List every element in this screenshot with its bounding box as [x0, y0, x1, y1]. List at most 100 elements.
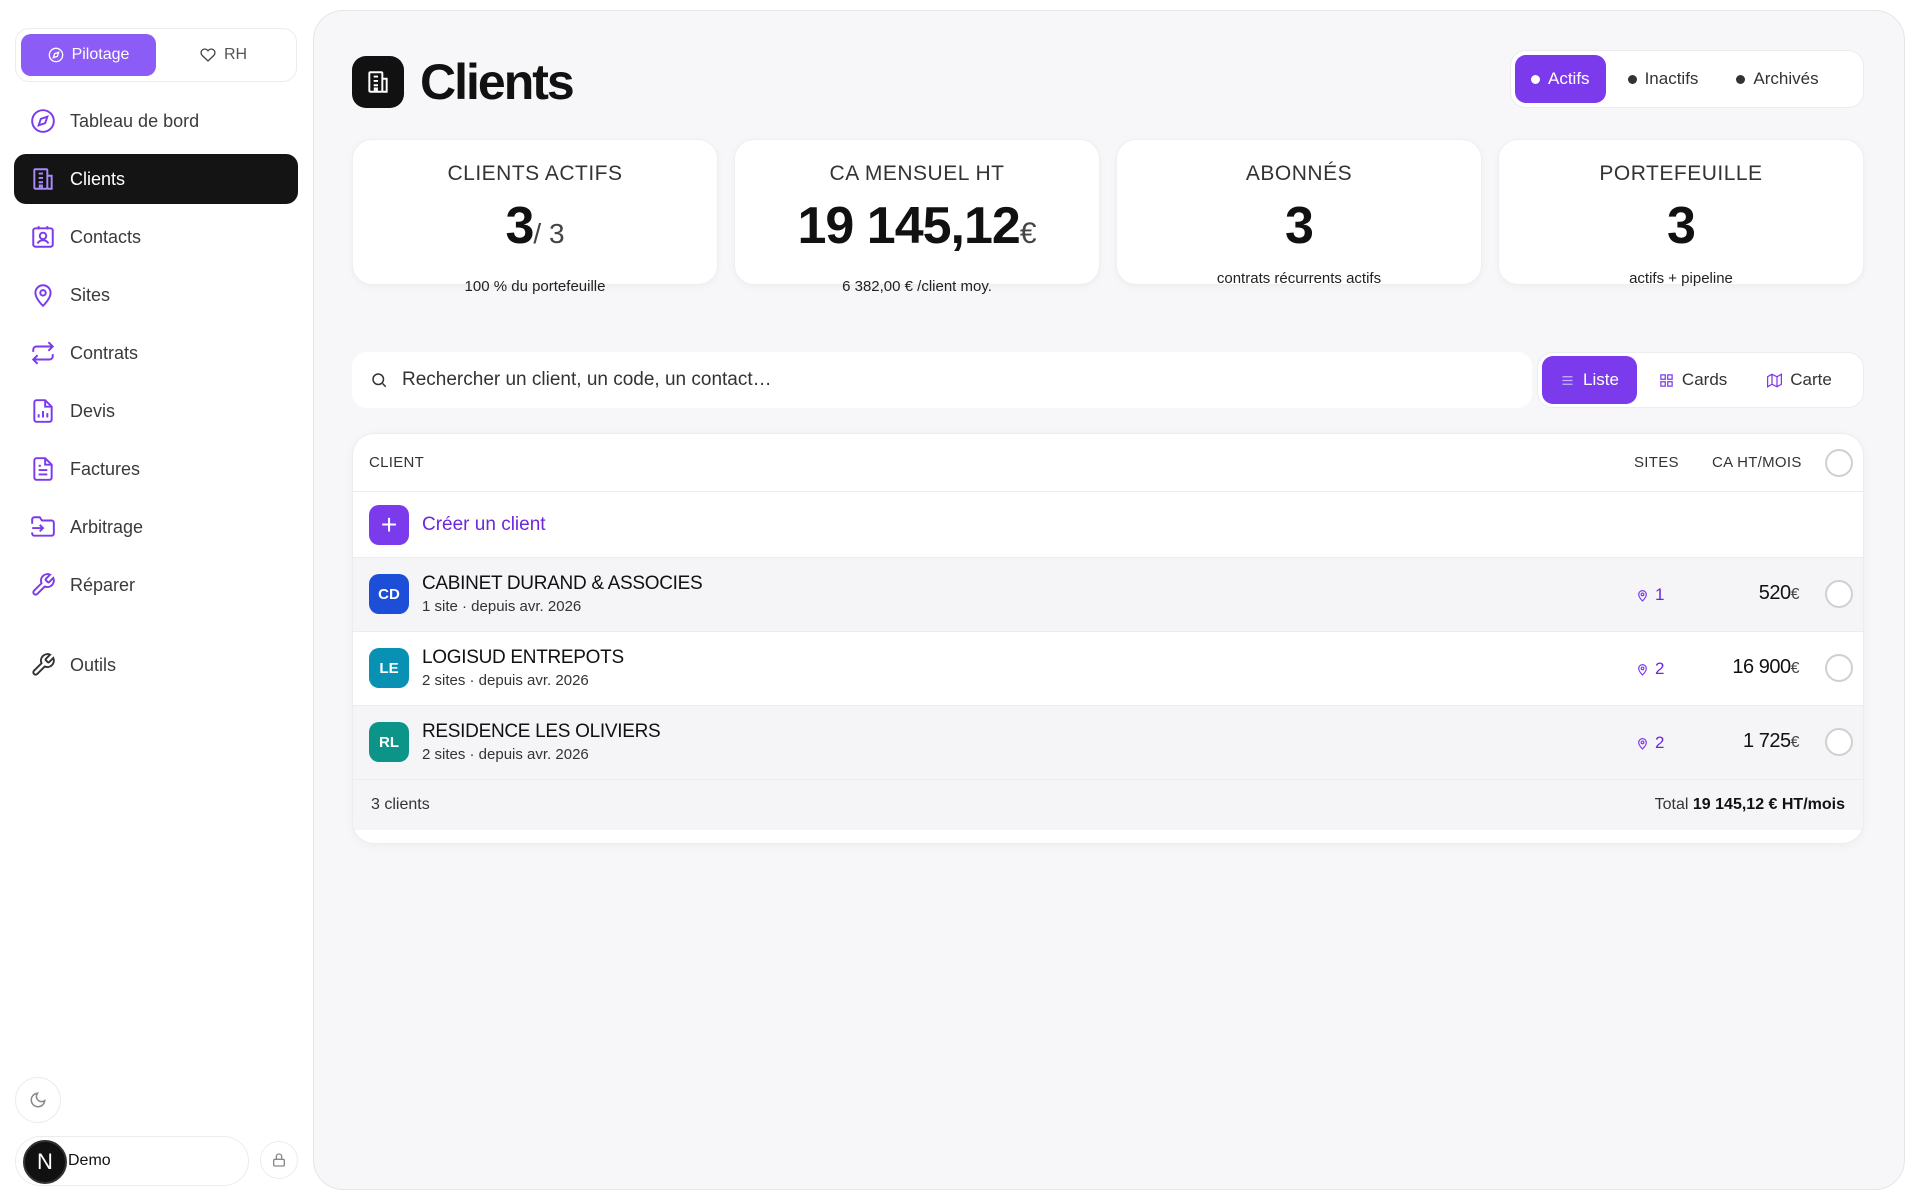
- tab-label: Cards: [1681, 370, 1728, 389]
- tab-inactifs[interactable]: Inactifs: [1612, 55, 1715, 103]
- kpi-caption: 100 % du portefeuille: [464, 278, 606, 295]
- sidebar-item-contrats[interactable]: Contrats: [14, 328, 298, 378]
- column-header-ca[interactable]: CA HT/MOIS: [1712, 454, 1802, 471]
- tab-cards[interactable]: Cards: [1641, 356, 1745, 404]
- kpi-label: CA MENSUEL HT: [829, 162, 1005, 185]
- user-name: Demo: [68, 1152, 111, 1169]
- row-checkbox[interactable]: [1825, 654, 1853, 682]
- tab-label: Inactifs: [1644, 69, 1699, 88]
- kpi-cards: CLIENTS ACTIFS 3/ 3 100 % du portefeuill…: [352, 139, 1864, 295]
- client-sites: 1: [1636, 585, 1664, 605]
- kpi-card-portefeuille: PORTEFEUILLE 3 actifs + pipeline: [1498, 139, 1864, 287]
- client-name: RESIDENCE LES OLIVIERS: [422, 721, 661, 742]
- kpi-caption: contrats récurrents actifs: [1216, 270, 1382, 287]
- sidebar-item-reparer[interactable]: Réparer: [14, 560, 298, 610]
- kpi-sub: / 3: [533, 218, 565, 249]
- building-icon: [352, 56, 404, 108]
- sidebar-item-devis[interactable]: Devis: [14, 386, 298, 436]
- wrench-icon: [32, 573, 55, 596]
- user-menu[interactable]: N Demo: [15, 1136, 249, 1186]
- client-ca: 520€: [1759, 582, 1800, 605]
- select-all-checkbox[interactable]: [1825, 449, 1853, 477]
- mode-rh-button[interactable]: RH: [156, 34, 291, 76]
- clients-table: CLIENT SITES CA HT/MOIS + Créer un clien…: [352, 433, 1864, 844]
- sidebar-item-label: Sites: [70, 284, 111, 305]
- total-amount: Total 19 145,12 € HT/mois: [1655, 796, 1845, 814]
- client-meta: 2 sites · depuis avr. 2026: [422, 672, 589, 689]
- row-checkbox[interactable]: [1825, 728, 1853, 756]
- ca-currency: €: [1790, 660, 1800, 677]
- sidebar-nav: Tableau de bord Clients Contacts Sites C…: [14, 96, 298, 698]
- client-avatar: LE: [369, 648, 409, 688]
- kpi-number: 19 145,12: [797, 197, 1020, 255]
- ca-currency: €: [1790, 734, 1800, 751]
- sidebar-item-label: Contacts: [70, 226, 142, 247]
- sidebar-item-arbitrage[interactable]: Arbitrage: [14, 502, 298, 552]
- folder-input-icon: [31, 516, 55, 537]
- column-header-sites[interactable]: SITES: [1634, 454, 1679, 471]
- sidebar-item-label: Tableau de bord: [70, 110, 200, 131]
- kpi-value: 3: [1667, 197, 1696, 255]
- map-pin-icon: [1638, 737, 1647, 750]
- sidebar: Pilotage RH Tableau de bord Clients Cont…: [0, 0, 312, 1200]
- repeat-icon: [31, 341, 55, 365]
- table-row[interactable]: RL RESIDENCE LES OLIVIERS 2 sites · depu…: [353, 706, 1863, 780]
- table-row[interactable]: CD CABINET DURAND & ASSOCIES 1 site · de…: [353, 558, 1863, 632]
- sidebar-item-outils[interactable]: Outils: [14, 640, 298, 690]
- sidebar-item-label: Outils: [70, 654, 117, 675]
- sidebar-item-label: Clients: [70, 168, 126, 189]
- view-tabs: Liste Cards Carte: [1537, 352, 1864, 408]
- list-icon: [1562, 375, 1573, 385]
- tab-carte[interactable]: Carte: [1749, 356, 1850, 404]
- tab-liste[interactable]: Liste: [1542, 356, 1637, 404]
- sites-count: 1: [1655, 585, 1665, 604]
- sidebar-item-clients[interactable]: Clients: [14, 154, 298, 204]
- kpi-value: 19 145,12€: [797, 196, 1036, 264]
- ca-currency: €: [1790, 586, 1800, 603]
- kpi-label: PORTEFEUILLE: [1599, 162, 1763, 185]
- kpi-caption: 6 382,00 € /client moy.: [842, 278, 992, 295]
- compass-icon: [48, 47, 63, 63]
- tab-actifs[interactable]: Actifs: [1515, 55, 1606, 103]
- create-client-button[interactable]: + Créer un client: [353, 492, 1863, 558]
- mode-pilotage-button[interactable]: Pilotage: [21, 34, 156, 76]
- client-meta: 2 sites · depuis avr. 2026: [422, 746, 589, 763]
- status-dot-icon: [1736, 74, 1746, 84]
- map-pin-icon: [34, 284, 52, 308]
- search-box: [352, 352, 1532, 408]
- sites-count: 2: [1655, 733, 1665, 752]
- tab-label: Liste: [1583, 370, 1619, 389]
- sidebar-item-label: Arbitrage: [70, 516, 144, 537]
- tab-label: Actifs: [1548, 69, 1590, 88]
- search-icon: [372, 373, 387, 388]
- sidebar-item-contacts[interactable]: Contacts: [14, 212, 298, 262]
- status-dot-icon: [1531, 74, 1540, 84]
- row-checkbox[interactable]: [1825, 580, 1853, 608]
- kpi-value: 3: [1285, 197, 1314, 255]
- sidebar-item-tableau-de-bord[interactable]: Tableau de bord: [14, 96, 298, 146]
- client-sites: 2: [1636, 733, 1664, 753]
- mode-pilotage-label: Pilotage: [71, 46, 130, 63]
- wrench-icon: [32, 653, 55, 676]
- client-avatar: RL: [369, 722, 409, 762]
- kpi-label: ABONNÉS: [1245, 162, 1353, 185]
- client-name: CABINET DURAND & ASSOCIES: [422, 573, 703, 594]
- avatar: N: [23, 1140, 67, 1184]
- status-dot-icon: [1627, 74, 1637, 84]
- client-ca: 16 900€: [1732, 656, 1799, 679]
- tab-archives[interactable]: Archivés: [1720, 55, 1834, 103]
- total-label: Total: [1654, 796, 1689, 813]
- sidebar-item-sites[interactable]: Sites: [14, 270, 298, 320]
- sidebar-item-factures[interactable]: Factures: [14, 444, 298, 494]
- column-header-client[interactable]: CLIENT: [369, 454, 424, 471]
- theme-toggle-button[interactable]: [15, 1077, 61, 1123]
- tab-label: Carte: [1790, 370, 1832, 389]
- plus-icon: +: [369, 505, 409, 545]
- tab-label: Archivés: [1753, 69, 1819, 88]
- main-panel: Clients Actifs Inactifs Archivés CLIENTS…: [313, 10, 1905, 1190]
- lock-button[interactable]: [260, 1141, 298, 1179]
- search-input[interactable]: [402, 369, 1502, 391]
- ca-value: 1 725: [1743, 730, 1791, 752]
- table-row[interactable]: LE LOGISUD ENTREPOTS 2 sites · depuis av…: [353, 632, 1863, 706]
- kpi-card-abonnes: ABONNÉS 3 contrats récurrents actifs: [1116, 139, 1482, 287]
